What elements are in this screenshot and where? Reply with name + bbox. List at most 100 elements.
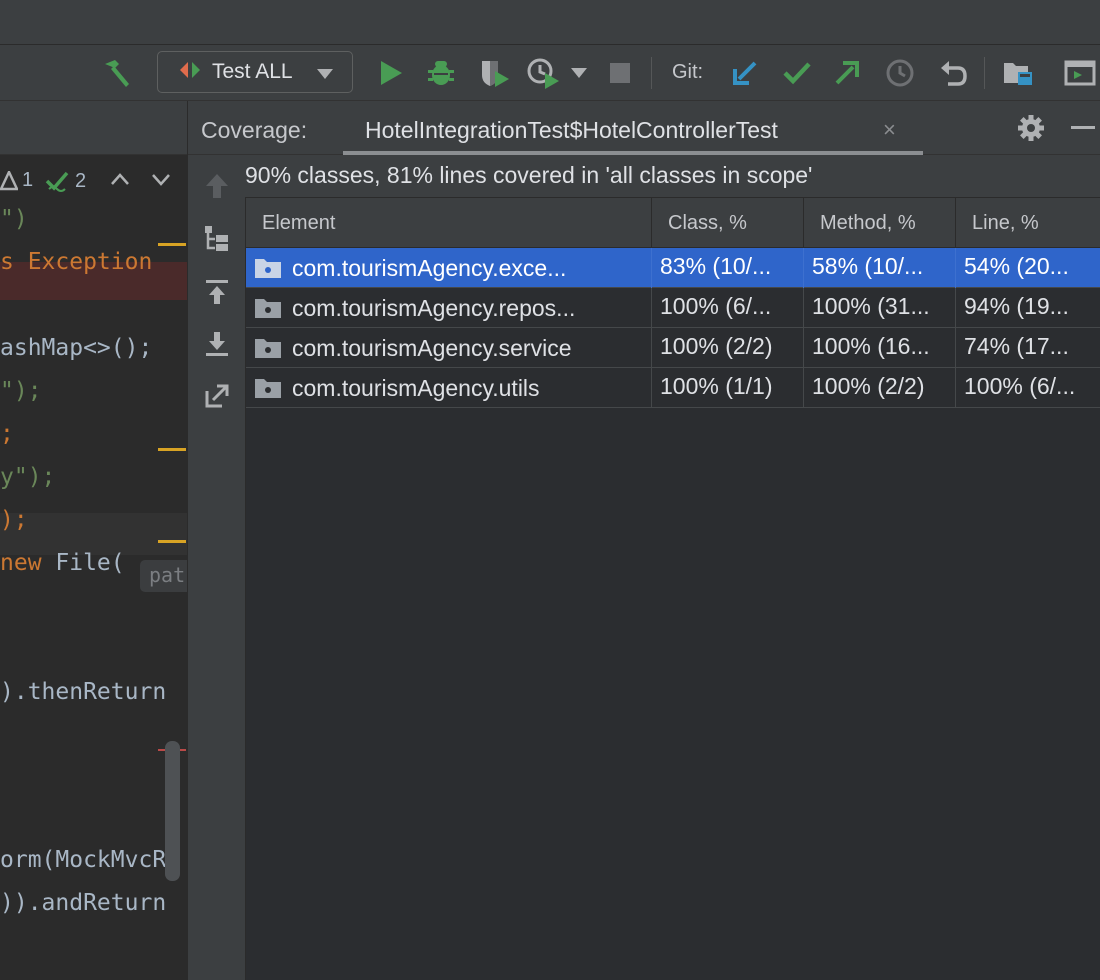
code-token: ; — [0, 421, 14, 447]
cell-method-pct: 100% (31... — [804, 288, 956, 328]
caret-line-highlight — [0, 513, 187, 555]
warnings-indicator[interactable]: 1 — [0, 169, 33, 192]
coverage-title: Coverage: — [201, 117, 308, 143]
export-icon[interactable] — [202, 381, 232, 411]
git-commit-icon[interactable] — [780, 57, 814, 89]
terminal-window-icon[interactable] — [1062, 57, 1098, 89]
tab-coverage-suite[interactable]: HotelIntegrationTest$HotelControllerTest… — [343, 101, 923, 155]
code-line: s Exception — [0, 249, 152, 275]
navigate-up-icon[interactable] — [202, 171, 232, 201]
code-token: new — [0, 550, 56, 576]
package-name: com.tourismAgency.exce... — [292, 254, 567, 281]
debug-icon[interactable] — [424, 56, 458, 90]
package-folder-icon — [255, 379, 281, 398]
table-row[interactable]: com.tourismAgency.service 100% (2/2) 100% … — [246, 328, 1100, 368]
rollback-icon[interactable] — [936, 57, 970, 89]
cell-method-pct: 100% (2/2) — [804, 368, 956, 408]
warning-marker[interactable] — [158, 448, 186, 451]
code-line: ); — [0, 507, 28, 533]
cell-class-pct: 83% (10/... — [652, 248, 804, 288]
title-bar — [0, 0, 1100, 45]
cell-element: com.tourismAgency.service — [246, 328, 652, 368]
code-line: y"); — [0, 464, 55, 490]
package-name: com.tourismAgency.utils — [292, 374, 540, 401]
history-icon[interactable] — [883, 57, 917, 89]
coverage-header: Coverage: HotelIntegrationTest$HotelCont… — [188, 101, 1100, 155]
toolbar-separator — [984, 57, 985, 89]
table-row[interactable]: com.tourismAgency.exce... 83% (10/... 58% … — [246, 248, 1100, 288]
weak-warnings-indicator[interactable]: 2 — [45, 169, 86, 193]
profile-icon[interactable] — [524, 56, 564, 90]
warning-marker[interactable] — [158, 243, 186, 246]
close-icon[interactable]: × — [883, 117, 896, 143]
cell-line-pct: 54% (20... — [964, 253, 1069, 279]
column-header-element[interactable]: Element — [246, 198, 652, 248]
code-token: ); — [0, 507, 28, 533]
code-token: ") — [0, 206, 28, 232]
run-configuration-selector[interactable]: Test ALL — [157, 51, 353, 93]
coverage-side-toolbar — [188, 155, 245, 980]
code-line: ; — [0, 421, 14, 447]
chevron-down-icon[interactable] — [568, 65, 590, 81]
inspection-widget[interactable]: 1 2 — [0, 163, 187, 203]
git-push-icon[interactable] — [831, 57, 863, 89]
minimize-icon[interactable] — [1068, 113, 1098, 143]
cell-element: com.tourismAgency.repos... — [246, 288, 652, 328]
code-line: new File( — [0, 550, 125, 576]
code-line: "); — [0, 378, 42, 404]
weak-warnings-count: 2 — [75, 169, 87, 192]
cell-element: com.tourismAgency.exce... — [246, 248, 652, 288]
table-row[interactable]: com.tourismAgency.repos... 100% (6/... 100… — [246, 288, 1100, 328]
warning-marker[interactable] — [158, 540, 186, 543]
toolbar-separator — [651, 57, 652, 89]
cell-element: com.tourismAgency.utils — [246, 368, 652, 408]
coverage-table[interactable]: Element Class, % Method, % Line, % com.t… — [245, 197, 1100, 980]
generate-report-up-icon[interactable] — [202, 277, 232, 307]
run-with-coverage-icon[interactable] — [476, 56, 512, 90]
code-token: orm(MockMvcR — [0, 847, 167, 873]
cell-class-pct: 100% (1/1) — [652, 368, 804, 408]
code-token: ashMap<>(); — [0, 335, 153, 361]
code-token: s Exception — [0, 249, 153, 275]
code-token: File( — [55, 550, 125, 576]
stop-icon[interactable] — [606, 59, 634, 87]
cell-method-pct: 58% (10/... — [804, 248, 956, 288]
table-header: Element Class, % Method, % Line, % — [246, 198, 1100, 248]
chevron-down-icon[interactable] — [151, 173, 171, 187]
cell-line-pct: 94% (19... — [964, 293, 1069, 319]
import-coverage-icon[interactable] — [202, 329, 232, 359]
cell-method-pct: 100% (16... — [804, 328, 956, 368]
code-line: ashMap<>(); — [0, 335, 152, 361]
code-line: orm(MockMvcR — [0, 847, 166, 873]
chevron-down-icon — [316, 67, 334, 85]
package-name: com.tourismAgency.service — [292, 334, 572, 361]
run-config-label: Test ALL — [212, 60, 293, 83]
table-row[interactable]: com.tourismAgency.utils 100% (1/1) 100% (2… — [246, 368, 1100, 408]
code-editor[interactable]: 1 2 ") s Exception ashMap<>(); ");; y");); ne… — [0, 101, 187, 980]
test-config-icon — [178, 60, 202, 85]
parameter-hint: pat — [140, 560, 187, 592]
gear-icon[interactable] — [1016, 113, 1046, 143]
package-name: com.tourismAgency.repos... — [292, 294, 576, 321]
cell-class-pct: 100% (2/2) — [652, 328, 804, 368]
cell-line-pct: 100% (6/... — [964, 373, 1076, 399]
project-structure-icon[interactable] — [1000, 57, 1036, 89]
column-header-class[interactable]: Class, % — [652, 198, 804, 248]
code-line: ") — [0, 206, 28, 232]
coverage-summary: 90% classes, 81% lines covered in 'all c… — [245, 162, 813, 188]
git-label: Git: — [672, 61, 704, 83]
run-icon[interactable] — [375, 57, 407, 89]
editor-scrollbar[interactable] — [165, 741, 180, 881]
chevron-up-icon[interactable] — [110, 172, 130, 186]
flatten-packages-icon[interactable] — [202, 223, 232, 253]
column-header-method[interactable]: Method, % — [804, 198, 956, 248]
hammer-icon[interactable] — [100, 57, 134, 89]
git-update-icon[interactable] — [729, 57, 761, 89]
column-header-line[interactable]: Line, % — [956, 198, 1100, 248]
code-line: ).thenReturn — [0, 679, 166, 705]
warnings-count: 1 — [22, 169, 34, 191]
code-token: y"); — [0, 464, 56, 490]
main-toolbar: Test ALL Git: — [0, 45, 1100, 101]
package-folder-icon — [255, 299, 281, 318]
coverage-tool-window: Coverage: HotelIntegrationTest$HotelCont… — [187, 101, 1100, 980]
